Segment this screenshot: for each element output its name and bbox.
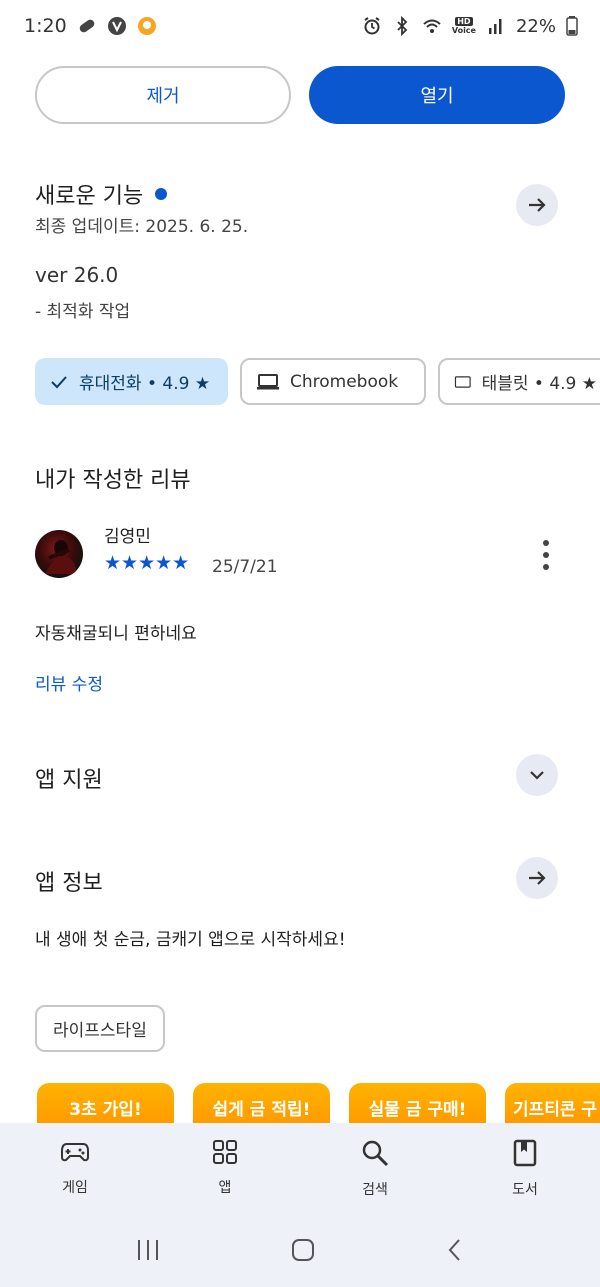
- battery-percent: 22%: [515, 15, 556, 37]
- nav-apps[interactable]: 앱: [150, 1123, 300, 1213]
- check-icon: [51, 375, 67, 388]
- arrow-right-icon: [529, 871, 546, 885]
- chip-chromebook-label: Chromebook: [290, 371, 399, 392]
- nav-search-label: 검색: [362, 1182, 388, 1198]
- hd-voice-icon: HD Voice: [452, 17, 476, 35]
- alarm-icon: [364, 17, 380, 35]
- app-info-title-text: 앱 정보: [35, 871, 103, 896]
- status-left: 1:20: [24, 15, 157, 37]
- remove-button[interactable]: 제거: [35, 66, 291, 124]
- edit-review-link[interactable]: 리뷰 수정: [35, 670, 103, 695]
- nav-apps-label: 앱: [218, 1180, 232, 1196]
- apps-grid-icon: [213, 1140, 237, 1164]
- nav-books[interactable]: 도서: [450, 1123, 600, 1213]
- action-row: 제거 열기: [35, 66, 565, 124]
- my-review-title: 내가 작성한 리뷰: [35, 462, 191, 494]
- open-button[interactable]: 열기: [309, 66, 565, 124]
- review-stars: ★★★★★: [104, 552, 190, 574]
- last-update-text: 최종 업데이트: 2025. 6. 25.: [35, 217, 249, 237]
- review-text: 자동채굴되니 편하네요: [35, 624, 197, 644]
- avatar: [35, 530, 83, 578]
- system-navigation: [0, 1213, 600, 1287]
- hd-label: HD: [455, 17, 473, 26]
- open-label: 열기: [420, 86, 454, 107]
- chip-phone[interactable]: 휴대전화 • 4.9 ★: [35, 358, 228, 405]
- voice-label: Voice: [451, 26, 476, 35]
- new-dot-indicator: [155, 188, 168, 200]
- chevron-down-icon: [530, 771, 544, 780]
- chip-tablet[interactable]: 태블릿 • 4.9 ★: [438, 358, 600, 405]
- app-support-expand-button[interactable]: [516, 754, 558, 796]
- arrow-right-icon: [529, 198, 546, 212]
- nav-search[interactable]: 검색: [300, 1123, 450, 1213]
- v-badge-icon: [107, 17, 126, 35]
- gamepad-icon: [61, 1143, 89, 1162]
- battery-icon: [566, 16, 578, 36]
- home-icon[interactable]: [290, 1237, 316, 1263]
- review-more-menu-icon[interactable]: [538, 540, 554, 570]
- app-info-title: 앱 정보: [35, 865, 103, 897]
- whats-new-title: 새로운 기능: [35, 184, 144, 209]
- pill-icon: [79, 19, 94, 33]
- chip-chromebook[interactable]: Chromebook: [240, 358, 426, 405]
- laptop-icon: [257, 373, 279, 389]
- release-notes: - 최적화 작업: [35, 302, 131, 322]
- my-review-title-text: 내가 작성한 리뷰: [35, 468, 191, 493]
- status-right: HD Voice 22%: [362, 16, 578, 37]
- category-tag-chip[interactable]: 라이프스타일: [35, 1005, 165, 1052]
- reviewer-name: 김영민: [104, 527, 151, 547]
- app-support-title-text: 앱 지원: [35, 768, 103, 793]
- category-tag-label: 라이프스타일: [53, 1021, 147, 1041]
- recent-apps-icon[interactable]: [135, 1238, 161, 1262]
- app-info-arrow-button[interactable]: [516, 857, 558, 899]
- whats-new-arrow-button[interactable]: [516, 184, 558, 226]
- app-notification-icon: [137, 17, 156, 35]
- status-time: 1:20: [24, 15, 67, 37]
- chip-tablet-label: 태블릿 • 4.9 ★: [481, 374, 597, 394]
- version-text: ver 26.0: [35, 263, 119, 287]
- nav-books-label: 도서: [512, 1182, 538, 1198]
- search-icon: [362, 1140, 389, 1167]
- device-chips: 휴대전화 • 4.9 ★ Chromebook 태블릿 • 4.9 ★: [35, 358, 600, 405]
- app-support-title: 앱 지원: [35, 762, 103, 794]
- avatar-image: [45, 540, 77, 574]
- wifi-icon: [423, 19, 441, 33]
- book-icon: [513, 1139, 537, 1167]
- remove-label: 제거: [146, 86, 180, 107]
- status-bar: 1:20 HD Voice 22%: [0, 0, 600, 52]
- tablet-icon: [454, 375, 471, 388]
- whats-new-title-row: 새로운 기능: [35, 178, 168, 210]
- signal-icon: [488, 19, 502, 34]
- bottom-navigation: 게임 앱 검색 도서: [0, 1123, 600, 1213]
- nav-games[interactable]: 게임: [0, 1123, 150, 1213]
- nav-games-label: 게임: [62, 1180, 88, 1196]
- back-icon[interactable]: [445, 1237, 465, 1263]
- review-date: 25/7/21: [212, 557, 278, 577]
- bluetooth-icon: [397, 16, 408, 36]
- app-description: 내 생애 첫 순금, 금캐기 앱으로 시작하세요!: [35, 930, 346, 950]
- chip-phone-label: 휴대전화 • 4.9 ★: [79, 374, 211, 394]
